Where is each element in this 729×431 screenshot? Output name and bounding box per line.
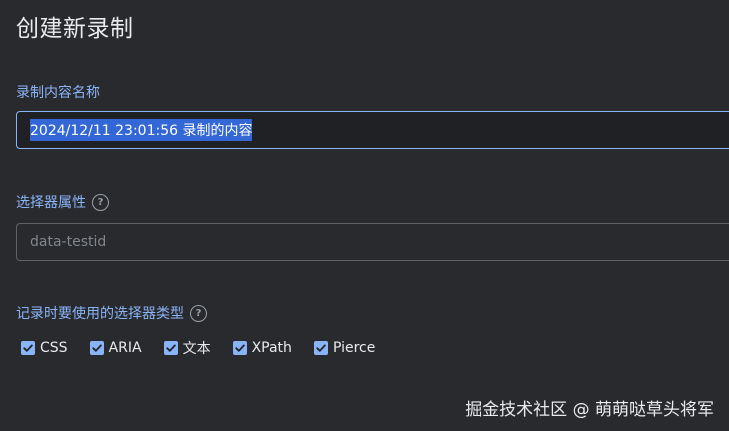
checkbox-text[interactable]: 文本	[163, 338, 211, 358]
checkmark-icon[interactable]	[313, 341, 328, 355]
checkbox-xpath[interactable]: XPath	[232, 340, 292, 356]
checkbox-aria-label: ARIA	[108, 340, 142, 356]
recording-name-input[interactable]: 2024/12/11 23:01:56 录制的内容	[16, 111, 729, 149]
checkbox-css-label: CSS	[40, 340, 68, 356]
page-title: 创建新录制	[16, 16, 134, 42]
checkbox-xpath-label: XPath	[251, 340, 292, 356]
checkmark-icon[interactable]	[163, 341, 178, 355]
checkmark-icon[interactable]	[21, 341, 35, 355]
selector-types-label-text: 记录时要使用的选择器类型	[16, 306, 184, 322]
selector-attribute-input[interactable]: data-testid	[16, 223, 729, 261]
recording-name-label: 录制内容名称	[16, 82, 100, 102]
recording-name-label-text: 录制内容名称	[16, 85, 100, 101]
selector-attribute-label-text: 选择器属性	[16, 195, 86, 211]
selector-types-checkbox-group: CSS ARIA 文本 XPath Pierce	[21, 338, 397, 358]
checkmark-icon[interactable]	[89, 341, 104, 355]
help-icon[interactable]: ?	[190, 304, 207, 322]
recording-name-value: 2024/12/11 23:01:56 录制的内容	[30, 119, 253, 141]
selector-attribute-placeholder: data-testid	[30, 234, 107, 250]
checkbox-pierce-label: Pierce	[332, 340, 376, 356]
watermark: 掘金技术社区 @ 萌萌哒草头将军	[465, 400, 714, 420]
checkbox-pierce[interactable]: Pierce	[313, 340, 376, 356]
checkbox-aria[interactable]: ARIA	[89, 340, 142, 356]
checkbox-text-label: 文本	[182, 341, 211, 357]
checkmark-icon[interactable]	[232, 341, 247, 355]
selector-types-label: 记录时要使用的选择器类型 ?	[16, 303, 207, 323]
selector-attribute-label: 选择器属性 ?	[16, 192, 109, 212]
help-icon[interactable]: ?	[92, 193, 109, 211]
checkbox-css[interactable]: CSS	[21, 340, 68, 356]
